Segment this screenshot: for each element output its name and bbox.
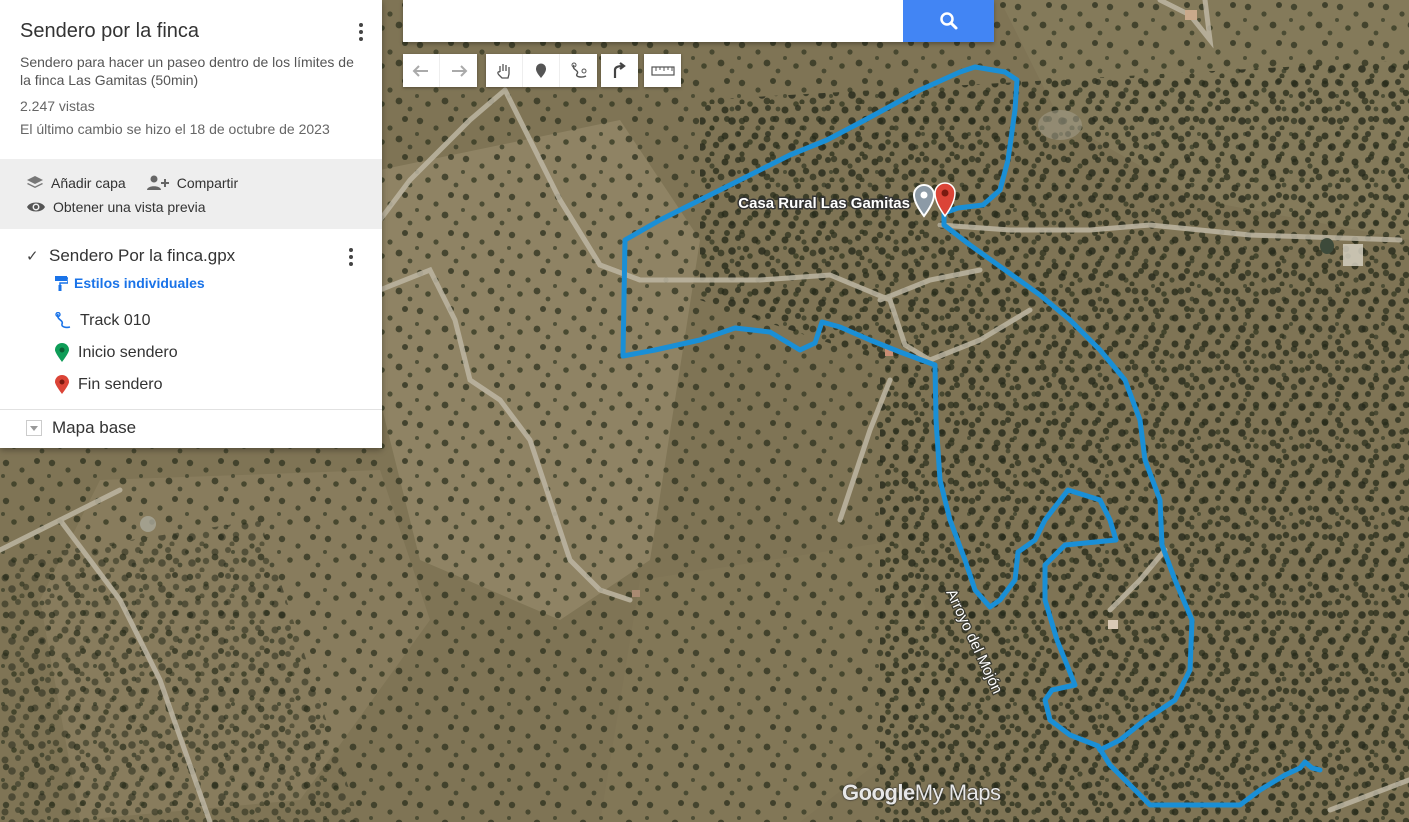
feature-label: Inicio sendero: [78, 344, 178, 361]
place-label: Casa Rural Las Gamitas: [738, 195, 910, 212]
feature-label: Track 010: [80, 312, 151, 329]
measure-group: [644, 54, 681, 87]
map-info: Sendero por la finca Sendero para hacer …: [0, 0, 382, 159]
layer-section: ✓ Sendero Por la finca.gpx Estilos indiv…: [0, 229, 382, 409]
basemap-toggle[interactable]: Mapa base: [0, 409, 382, 448]
individual-styles-link[interactable]: Estilos individuales: [54, 275, 362, 291]
feature-item-track[interactable]: Track 010: [54, 305, 362, 337]
map-description[interactable]: Sendero para hacer un paseo dentro de lo…: [20, 53, 362, 89]
eye-icon: [27, 202, 45, 212]
map-options-menu-icon[interactable]: [358, 22, 364, 42]
tools-group: [486, 54, 597, 87]
chevron-down-icon[interactable]: [26, 420, 42, 436]
preview-button[interactable]: Obtener una vista previa: [26, 199, 206, 215]
hand-pan-icon: [497, 63, 510, 79]
watermark-brand: Google: [842, 780, 915, 805]
line-track-icon: [55, 312, 71, 329]
share-button[interactable]: Compartir: [146, 175, 238, 191]
layer-visibility-checkbox[interactable]: ✓: [26, 249, 39, 264]
individual-styles-label: Estilos individuales: [74, 275, 205, 291]
red-pin-icon: [55, 375, 69, 394]
directions-icon: [613, 61, 626, 78]
redo-icon: [451, 64, 467, 77]
basemap-label: Mapa base: [52, 418, 137, 437]
add-layer-label: Añadir capa: [51, 175, 126, 191]
undo-button[interactable]: [403, 54, 440, 87]
layer-name[interactable]: Sendero Por la finca.gpx: [49, 246, 235, 266]
measure-button[interactable]: [644, 54, 681, 87]
add-marker-button[interactable]: [523, 54, 560, 87]
measure-ruler-icon: [650, 65, 675, 76]
add-layer-button[interactable]: Añadir capa: [26, 175, 126, 191]
draw-line-button[interactable]: [560, 54, 597, 87]
search-icon: [939, 12, 957, 30]
panel-actions: Añadir capa Compartir Obtener una vista …: [0, 159, 382, 229]
search-input[interactable]: [403, 0, 903, 42]
feature-label: Fin sendero: [78, 376, 163, 393]
paint-roller-icon: [55, 276, 68, 291]
directions-group: [601, 54, 638, 87]
pan-tool-button[interactable]: [486, 54, 523, 87]
green-pin-icon: [55, 343, 69, 362]
watermark-product: My Maps: [914, 780, 1001, 805]
history-group: [403, 54, 477, 87]
map-legend-panel: Sendero por la finca Sendero para hacer …: [0, 0, 382, 448]
layer-options-menu-icon[interactable]: [348, 247, 354, 267]
feature-item-start[interactable]: Inicio sendero: [54, 337, 362, 369]
last-change-text: El último cambio se hizo el 18 de octubr…: [20, 121, 330, 137]
search-button[interactable]: [903, 0, 994, 42]
share-label: Compartir: [176, 175, 239, 191]
add-marker-icon: [536, 63, 546, 78]
add-person-icon: [146, 175, 169, 190]
redo-button[interactable]: [440, 54, 477, 87]
feature-item-end[interactable]: Fin sendero: [54, 369, 362, 401]
map-title[interactable]: Sendero por la finca: [20, 20, 362, 43]
undo-icon: [412, 64, 428, 77]
google-my-maps-watermark: GoogleMy Maps: [842, 780, 1001, 806]
draw-line-icon: [571, 62, 586, 78]
preview-label: Obtener una vista previa: [53, 199, 206, 215]
search-bar: [403, 0, 994, 42]
directions-button[interactable]: [601, 54, 638, 87]
layers-icon: [27, 176, 43, 188]
view-count: 2.247 vistas: [20, 98, 95, 114]
